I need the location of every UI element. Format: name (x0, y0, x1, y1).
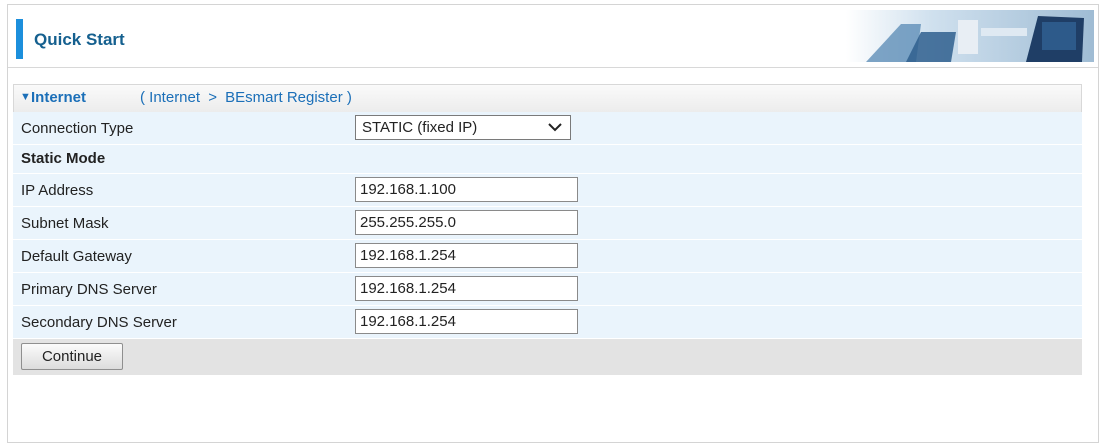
chevron-down-icon (548, 123, 562, 132)
primary-dns-input[interactable] (355, 276, 578, 301)
header-accent-bar (16, 19, 23, 59)
ip-address-input[interactable] (355, 177, 578, 202)
actions-row: Continue (13, 339, 1082, 375)
connection-type-select[interactable]: STATIC (fixed IP) (355, 115, 571, 140)
subnet-mask-input[interactable] (355, 210, 578, 235)
static-mode-label: Static Mode (21, 150, 106, 167)
quick-start-panel: Quick Start ▼ Internet ( Internet > BEsm… (7, 4, 1099, 443)
connection-type-selected: STATIC (fixed IP) (362, 119, 478, 136)
secondary-dns-row: Secondary DNS Server (13, 306, 1082, 339)
breadcrumb-close: ) (346, 89, 352, 106)
static-mode-subheader: Static Mode (13, 145, 1082, 174)
page-header: Quick Start (8, 5, 1098, 68)
internet-section-header: ▼ Internet ( Internet > BEsmart Register… (13, 84, 1082, 113)
internet-settings-form: Connection Type STATIC (fixed IP) Static… (13, 112, 1082, 375)
collapse-caret-icon[interactable]: ▼ (20, 91, 31, 103)
section-title: Internet (31, 89, 87, 106)
continue-button[interactable]: Continue (21, 343, 123, 370)
ip-address-label: IP Address (21, 182, 94, 199)
default-gateway-input[interactable] (355, 243, 578, 268)
breadcrumb-current: BEsmart Register (225, 89, 343, 106)
primary-dns-row: Primary DNS Server (13, 273, 1082, 306)
secondary-dns-label: Secondary DNS Server (21, 314, 177, 331)
office-illustration-icon (846, 10, 1094, 62)
page-title: Quick Start (34, 30, 125, 49)
connection-type-label: Connection Type (21, 120, 134, 137)
secondary-dns-input[interactable] (355, 309, 578, 334)
primary-dns-label: Primary DNS Server (21, 281, 157, 298)
breadcrumb: ( Internet > BEsmart Register ) (140, 89, 352, 106)
subnet-mask-row: Subnet Mask (13, 207, 1082, 240)
breadcrumb-arrow: > (208, 89, 217, 106)
connection-type-row: Connection Type STATIC (fixed IP) (13, 112, 1082, 145)
subnet-mask-label: Subnet Mask (21, 215, 109, 232)
breadcrumb-parent: Internet (149, 89, 201, 106)
breadcrumb-open: ( (140, 89, 145, 106)
default-gateway-label: Default Gateway (21, 248, 132, 265)
ip-address-row: IP Address (13, 174, 1082, 207)
default-gateway-row: Default Gateway (13, 240, 1082, 273)
